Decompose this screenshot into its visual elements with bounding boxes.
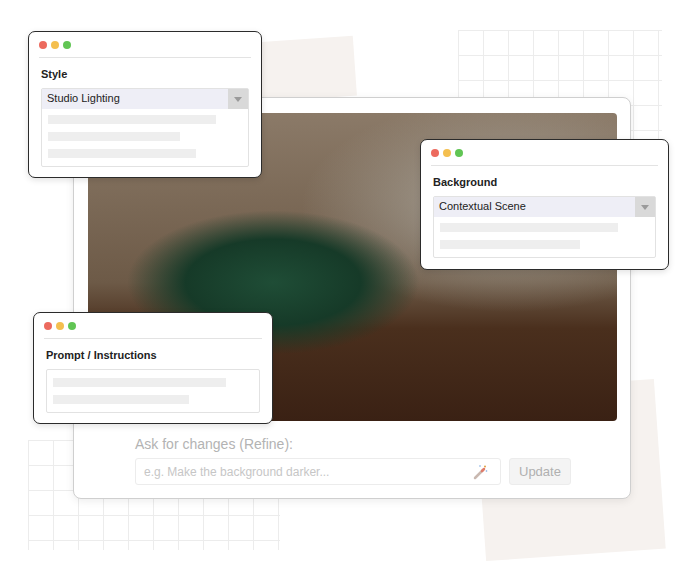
- placeholder-line: [48, 149, 196, 158]
- window-dot: [44, 322, 52, 330]
- refine-input[interactable]: e.g. Make the background darker...: [135, 458, 501, 485]
- title-bar: [431, 140, 658, 166]
- placeholder-line: [53, 378, 226, 387]
- select-field[interactable]: Studio Lighting: [41, 88, 249, 167]
- dropdown-arrow-icon[interactable]: [228, 89, 248, 109]
- select-row[interactable]: Contextual Scene: [434, 197, 655, 217]
- placeholder-lines: [47, 370, 259, 412]
- window-dot: [443, 149, 451, 157]
- window-dot: [455, 149, 463, 157]
- refine-label: Ask for changes (Refine):: [135, 436, 616, 453]
- window-dot: [51, 41, 59, 49]
- update-button[interactable]: Update: [509, 458, 571, 485]
- select-field[interactable]: Contextual Scene: [433, 196, 656, 258]
- panel-title: Style: [41, 67, 249, 81]
- window-dot: [63, 41, 71, 49]
- panel-title: Background: [433, 175, 656, 189]
- panel-title: Prompt / Instructions: [46, 348, 260, 362]
- magic-wand-icon[interactable]: [472, 464, 488, 480]
- placeholder-line: [48, 115, 216, 124]
- settings-panel: Prompt / Instructions: [33, 312, 273, 424]
- placeholder-line: [440, 223, 618, 232]
- refine-area: Ask for changes (Refine): e.g. Make the b…: [88, 421, 616, 485]
- placeholder-line: [53, 395, 189, 404]
- settings-panel: Background Contextual Scene: [420, 139, 669, 270]
- panel-body: Prompt / Instructions: [34, 339, 272, 423]
- dropdown-arrow-icon[interactable]: [635, 197, 655, 217]
- window-dot: [56, 322, 64, 330]
- panel-body: Background Contextual Scene: [421, 166, 668, 268]
- canvas: Ask for changes (Refine): e.g. Make the b…: [0, 0, 696, 576]
- panel-body: Style Studio Lighting: [29, 58, 261, 177]
- title-bar: [39, 32, 251, 58]
- window-dot: [39, 41, 47, 49]
- placeholder-line: [48, 132, 180, 141]
- select-value: Contextual Scene: [434, 197, 635, 217]
- select-value: Studio Lighting: [42, 89, 228, 109]
- text-area[interactable]: [46, 369, 260, 413]
- title-bar: [44, 313, 262, 339]
- window-dot: [431, 149, 439, 157]
- placeholder-line: [440, 240, 580, 249]
- placeholder-lines: [42, 109, 248, 166]
- window-dot: [68, 322, 76, 330]
- settings-panel: Style Studio Lighting: [28, 31, 262, 178]
- placeholder-lines: [434, 217, 655, 257]
- select-row[interactable]: Studio Lighting: [42, 89, 248, 109]
- refine-row: e.g. Make the background darker... Update: [135, 458, 616, 485]
- magic-wand-icon[interactable]: [472, 464, 488, 480]
